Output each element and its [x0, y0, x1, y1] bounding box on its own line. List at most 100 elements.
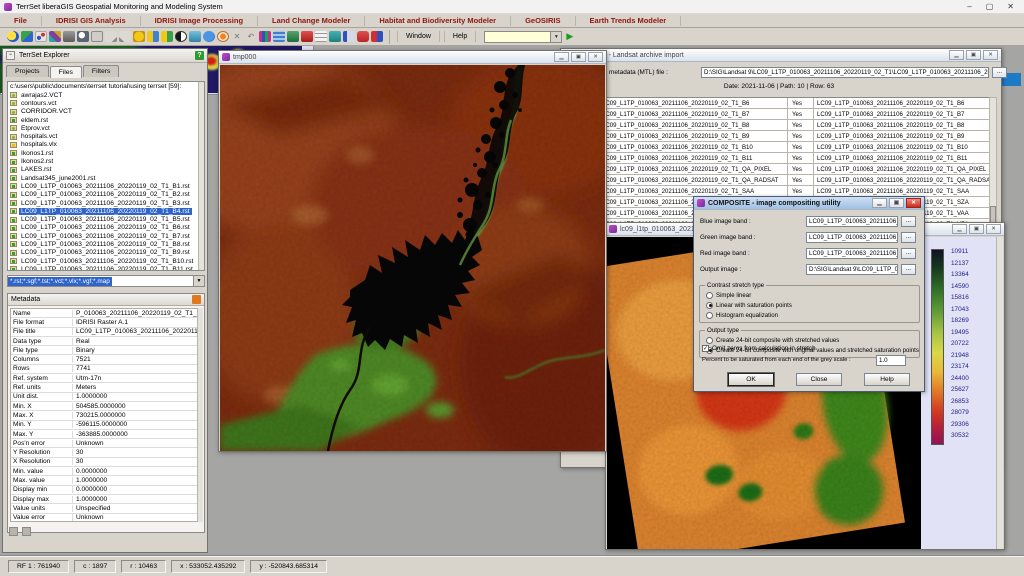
collection-icon[interactable]: [49, 31, 61, 42]
tools-icon[interactable]: [63, 31, 75, 42]
band-table-row[interactable]: LC09_L1TP_010063_20211106_20220119_02_T1…: [600, 175, 990, 186]
maximize-button[interactable]: ▣: [969, 224, 984, 234]
browse-button[interactable]: ...: [901, 248, 916, 259]
window-menu-button[interactable]: Window: [397, 31, 440, 42]
band-table-row[interactable]: LC09_L1TP_010063_20211106_20220119_02_T1…: [600, 131, 990, 142]
file-list-item[interactable]: contours.vct: [8, 99, 204, 107]
file-list-item[interactable]: eldem.rst: [8, 116, 204, 124]
link-icon[interactable]: [371, 31, 383, 42]
media-viewer-icon[interactable]: [301, 31, 313, 42]
band-table-row[interactable]: LC09_L1TP_010063_20211106_20220119_02_T1…: [600, 164, 990, 175]
filter-combo[interactable]: *.rst;*.sgf;*.tst;*.vct;*.vlx;*.vgf;*.ma…: [7, 275, 205, 287]
explorer-tab[interactable]: Projects: [6, 65, 49, 77]
close-button[interactable]: ✕: [983, 50, 998, 60]
undo-icon[interactable]: ↶: [245, 31, 257, 42]
module-a-icon[interactable]: [147, 31, 159, 42]
checkbox-icon[interactable]: ✓: [702, 345, 709, 352]
dialog-button[interactable]: Close: [796, 373, 842, 386]
import-window-titlebar[interactable]: LANDSAT - Landsat archive import ▁ ▣ ✕: [561, 49, 1001, 62]
radio-option[interactable]: Create 24-bit composite with stretched v…: [700, 335, 919, 345]
stretch-icon[interactable]: [189, 31, 201, 42]
blue-band-input[interactable]: LC09_L1TP_010063_20211106_202: [806, 216, 898, 227]
file-list-item[interactable]: LC09_L1TP_010063_20211106_20220119_02_T1…: [8, 224, 204, 232]
file-list-item[interactable]: LC09_L1TP_010063_20211106_20220119_02_T1…: [8, 232, 204, 240]
browse-button[interactable]: ...: [901, 232, 916, 243]
shape-icon[interactable]: [357, 31, 369, 42]
menu-item[interactable]: File: [0, 16, 42, 26]
radio-option[interactable]: Histogram equalization: [700, 310, 919, 320]
profile-icon[interactable]: [287, 31, 299, 42]
surface-icon[interactable]: [273, 31, 285, 42]
macro-modeler-icon[interactable]: [133, 31, 145, 42]
file-list-item[interactable]: hospitals.vct: [8, 132, 204, 140]
file-list-item[interactable]: LC09_L1TP_010063_20211106_20220119_02_T1…: [8, 182, 204, 190]
chevron-down-icon[interactable]: ▼: [550, 32, 561, 42]
file-list-item[interactable]: LC09_L1TP_010063_20211106_20220119_02_T1…: [8, 191, 204, 199]
menu-item[interactable]: Land Change Modeler: [258, 16, 365, 26]
file-list-item[interactable]: LC09_L1TP_010063_20211106_20220119_02_T1…: [8, 207, 204, 215]
close-button[interactable]: ✕: [906, 198, 921, 208]
file-list-item[interactable]: Etprov.vct: [8, 124, 204, 132]
database-icon[interactable]: [329, 31, 341, 42]
band-window-scrollbar[interactable]: [996, 237, 1003, 549]
band-table-row[interactable]: LC09_L1TP_010063_20211106_20220119_02_T1…: [600, 98, 990, 109]
grid-icon[interactable]: [315, 31, 327, 42]
clear-icon[interactable]: ✕: [231, 31, 243, 42]
chevron-down-icon[interactable]: ▼: [193, 276, 204, 286]
close-button[interactable]: ✕: [588, 52, 603, 62]
radio-icon[interactable]: [706, 337, 713, 344]
omit-zeros-row[interactable]: ✓ Omit zeros from calculation in stretch: [702, 345, 816, 352]
chart-icon[interactable]: [343, 31, 355, 42]
composite-titlebar[interactable]: COMPOSITE - image compositing utility ▁ …: [694, 197, 924, 210]
symbol-workshop-icon[interactable]: [35, 31, 47, 42]
file-list-item[interactable]: awrajas2.VCT: [8, 91, 204, 99]
browse-button[interactable]: ...: [901, 264, 916, 275]
maximize-button[interactable]: ▢: [986, 2, 994, 11]
minimize-button[interactable]: ▁: [872, 198, 887, 208]
radio-icon[interactable]: [706, 292, 713, 299]
explorer-tab[interactable]: Filters: [83, 65, 120, 77]
display-icon[interactable]: [7, 31, 19, 42]
file-list-item[interactable]: LC09_L1TP_010063_20211106_20220119_02_T1…: [8, 240, 204, 248]
file-list-item[interactable]: hospitals.vlx: [8, 141, 204, 149]
browse-button[interactable]: ...: [992, 67, 1007, 78]
band-table-row[interactable]: LC09_L1TP_010063_20211106_20220119_02_T1…: [600, 120, 990, 131]
file-list-item[interactable]: Landsat345_june2001.rst: [8, 174, 204, 182]
band-table-scrollbar[interactable]: [989, 97, 997, 233]
close-button[interactable]: ✕: [1007, 2, 1014, 11]
crosshair-icon[interactable]: [217, 31, 229, 42]
shortcut-combo[interactable]: ▼: [484, 31, 562, 43]
run-icon[interactable]: ▶: [566, 31, 573, 42]
measure-length-icon[interactable]: [105, 31, 117, 42]
menu-item[interactable]: Earth Trends Modeler: [576, 16, 682, 26]
radio-icon[interactable]: [706, 302, 713, 309]
file-list-item[interactable]: Ikonos2.rst: [8, 157, 204, 165]
menu-item[interactable]: Habitat and Biodiversity Modeler: [365, 16, 511, 26]
help-icon[interactable]: ?: [195, 51, 204, 60]
file-list-item[interactable]: LC09_L1TP_010063_20211106_20220119_02_T1…: [8, 265, 204, 271]
maximize-button[interactable]: ▣: [966, 50, 981, 60]
measure-angle-icon[interactable]: [119, 31, 131, 42]
file-list-scrollbar[interactable]: [198, 82, 204, 270]
red-band-input[interactable]: LC09_L1TP_010063_20211106_202: [806, 248, 898, 259]
file-list-item[interactable]: LAKES.rst: [8, 166, 204, 174]
output-image-input[interactable]: D:\SIG\Landsat 9\LC09_L1TP_010: [806, 264, 898, 275]
file-list-item[interactable]: LC09_L1TP_010063_20211106_20220119_02_T1…: [8, 199, 204, 207]
help-menu-button[interactable]: Help: [444, 31, 476, 42]
metadata-action-button-1[interactable]: [9, 527, 18, 536]
collapse-icon[interactable]: −: [6, 51, 15, 60]
minimize-button[interactable]: ▁: [952, 224, 967, 234]
browse-button[interactable]: ...: [901, 216, 916, 227]
radio-option[interactable]: Linear with saturation points: [700, 300, 919, 310]
minimize-button[interactable]: ▁: [949, 50, 964, 60]
map-layers-icon[interactable]: [21, 31, 33, 42]
zoom-icon[interactable]: [77, 31, 89, 42]
menu-item[interactable]: GeOSIRIS: [511, 16, 575, 26]
minimize-button[interactable]: ▁: [554, 52, 569, 62]
band-table-row[interactable]: LC09_L1TP_010063_20211106_20220119_02_T1…: [600, 142, 990, 153]
percent-input[interactable]: 1.0: [876, 355, 906, 366]
band-table-row[interactable]: LC09_L1TP_010063_20211106_20220119_02_T1…: [600, 153, 990, 164]
metadata-action-button-2[interactable]: [22, 527, 31, 536]
file-list-item[interactable]: LC09_L1TP_010063_20211106_20220119_02_T1…: [8, 257, 204, 265]
file-list-item[interactable]: Ikonos1.rst: [8, 149, 204, 157]
